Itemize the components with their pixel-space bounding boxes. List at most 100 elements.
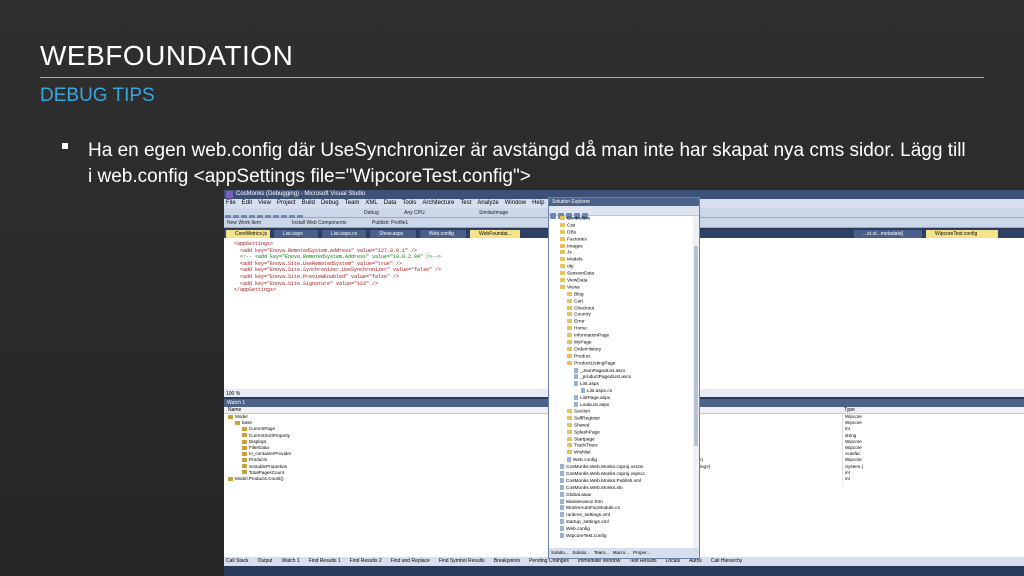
tree-node[interactable]: InformationPage [549, 333, 694, 340]
tree-label: startup_settings.xml [566, 519, 609, 525]
menu-edit[interactable]: Edit [242, 200, 252, 206]
solution-explorer-scrollbar[interactable] [693, 216, 699, 548]
menu-team[interactable]: Team [345, 200, 360, 206]
tree-node[interactable]: MonksAutoFacModule.cs [549, 505, 694, 512]
tool-tab[interactable]: Call Stack [226, 558, 249, 564]
tree-node[interactable]: SplashPage [549, 429, 694, 437]
menu-test[interactable]: Test [460, 200, 471, 206]
tree-node[interactable]: Blog [549, 291, 694, 299]
menu-help[interactable]: Help [532, 200, 544, 206]
tab-coremetrics[interactable]: CoreMetrics.js [226, 230, 270, 238]
tab-show-aspx[interactable]: Show.aspx [370, 230, 416, 238]
tree-node[interactable]: Country [549, 312, 694, 319]
tree-node[interactable]: SelfRegister [549, 415, 694, 423]
explorer-tab[interactable]: Macro... [613, 550, 629, 555]
tree-label: Css [567, 223, 576, 229]
menu-xml[interactable]: XML [365, 200, 377, 206]
menu-window[interactable]: Window [505, 200, 526, 206]
tree-node[interactable]: Web.config [549, 457, 694, 464]
explorer-tab[interactable]: Team... [594, 550, 609, 555]
tab-web-config[interactable]: Web.config [420, 230, 466, 238]
tree-node[interactable]: runtime_settings.xml [549, 512, 694, 519]
menu-architecture[interactable]: Architecture [422, 200, 454, 206]
publish-dropdown[interactable]: Publish: Profile1 [372, 220, 408, 226]
tree-node[interactable]: SessionData [549, 271, 694, 278]
tree-node[interactable]: Maintenance.htm [549, 498, 694, 506]
tree-node[interactable]: LookList.aspx [549, 402, 694, 409]
tool-tab[interactable]: Breakpoints [494, 558, 520, 564]
tab-metadata[interactable]: ...st.ut...metadata] [854, 230, 922, 238]
menu-file[interactable]: File [226, 200, 236, 206]
tool-tab[interactable]: Find Results 2 [350, 558, 382, 564]
menu-debug[interactable]: Debug [321, 200, 339, 206]
zoom-level[interactable]: 100 % [226, 391, 240, 397]
menu-project[interactable]: Project [277, 200, 296, 206]
new-work-item-button[interactable]: New Work Item [227, 220, 261, 226]
tree-node[interactable]: Wishlist [549, 450, 694, 457]
tree-node[interactable]: Controllers [549, 216, 694, 223]
watch-col-name[interactable]: Name [228, 407, 241, 413]
menu-build[interactable]: Build [302, 200, 315, 206]
tree-node[interactable]: Section [549, 408, 694, 416]
tree-node[interactable]: Product [549, 353, 694, 361]
tree-node[interactable]: startup_settings.xml [549, 519, 694, 526]
explorer-tab[interactable]: Solutio... [551, 550, 569, 555]
tree-node[interactable]: List.aspx.cs [549, 388, 694, 395]
tree-node[interactable]: Images [549, 243, 694, 251]
explorer-tab[interactable]: Solutio... [573, 550, 591, 555]
tree-node[interactable]: CosMonks.Web.Monks.Publish.xml [549, 477, 694, 485]
tree-node[interactable]: CosMonks.Web.Monks.csproj.vs10x [549, 464, 694, 471]
tool-tab[interactable]: Watch 1 [282, 558, 300, 564]
tree-node[interactable]: Home [549, 326, 694, 333]
tree-node[interactable]: Js [549, 250, 694, 257]
tree-node[interactable]: ViewData [549, 278, 694, 285]
find-combo[interactable]: SimilarImage [479, 210, 508, 216]
tab-list-aspx[interactable]: List.aspx [274, 230, 318, 238]
tree-node[interactable]: _JsonPagedList.ascx [549, 367, 694, 375]
tree-node[interactable]: Error [549, 319, 694, 326]
tree-node[interactable]: OrderHistory [549, 346, 694, 354]
install-web-components-button[interactable]: Install Web Components [292, 220, 346, 226]
tab-list-aspx-cs[interactable]: List.aspx.cs [322, 230, 366, 238]
tree-node[interactable]: Checkout [549, 305, 694, 313]
menu-view[interactable]: View [258, 200, 271, 206]
tree-node[interactable]: ListPage.aspx [549, 395, 694, 402]
tool-tab[interactable]: Output [258, 558, 273, 564]
menu-tools[interactable]: Tools [402, 200, 416, 206]
watch-name: base [242, 420, 252, 426]
watch-col-type[interactable]: Type [844, 407, 855, 414]
tree-node[interactable]: Cart [549, 298, 694, 306]
tool-tab[interactable]: Call Hierarchy [711, 558, 742, 564]
tab-webfoundation[interactable]: WebFoundat... [470, 230, 520, 238]
scrollbar-thumb[interactable] [694, 246, 698, 446]
tree-node[interactable]: TrackTrace [549, 443, 694, 450]
tree-node[interactable]: Models [549, 257, 694, 264]
folder-icon [567, 326, 572, 331]
tree-node[interactable]: CosMonks.Web.Monks.csproj.vspscc [549, 470, 694, 478]
explorer-tab[interactable]: Proper... [633, 550, 650, 555]
config-dropdown[interactable]: Debug [364, 210, 379, 216]
file-icon [574, 402, 578, 408]
tree-node[interactable]: Views [549, 284, 694, 292]
platform-dropdown[interactable]: Any CPU [404, 210, 425, 216]
tree-node[interactable]: _productPagedList.ascx [549, 374, 694, 381]
tree-node[interactable]: ProductListingPage [549, 360, 694, 368]
menu-analyze[interactable]: Analyze [477, 200, 498, 206]
tree-node[interactable]: Startpage [549, 436, 694, 444]
tree-node[interactable]: Global.asax [549, 491, 694, 499]
tool-tab[interactable]: Find and Replace [391, 558, 430, 564]
tab-wipcoretest-config[interactable]: WipcoreTest.config [926, 230, 998, 238]
tree-node[interactable]: DBs [549, 229, 694, 237]
menu-data[interactable]: Data [384, 200, 397, 206]
tree-node[interactable]: List.aspx [549, 381, 694, 388]
tree-node[interactable]: Css [549, 222, 694, 230]
tree-node[interactable]: Web.config [549, 526, 694, 533]
tree-node[interactable]: CosMonks.Web.Monks.sln [549, 484, 694, 492]
tree-node[interactable]: MyPage [549, 340, 694, 347]
tree-node[interactable]: Factories [549, 236, 694, 244]
tree-node[interactable]: WipcoreTest.config [549, 532, 694, 540]
folder-icon [567, 436, 572, 441]
tool-tab[interactable]: Find Results 1 [309, 558, 341, 564]
tool-tab[interactable]: Find Symbol Results [439, 558, 485, 564]
tree-node[interactable]: Shared [549, 422, 694, 430]
